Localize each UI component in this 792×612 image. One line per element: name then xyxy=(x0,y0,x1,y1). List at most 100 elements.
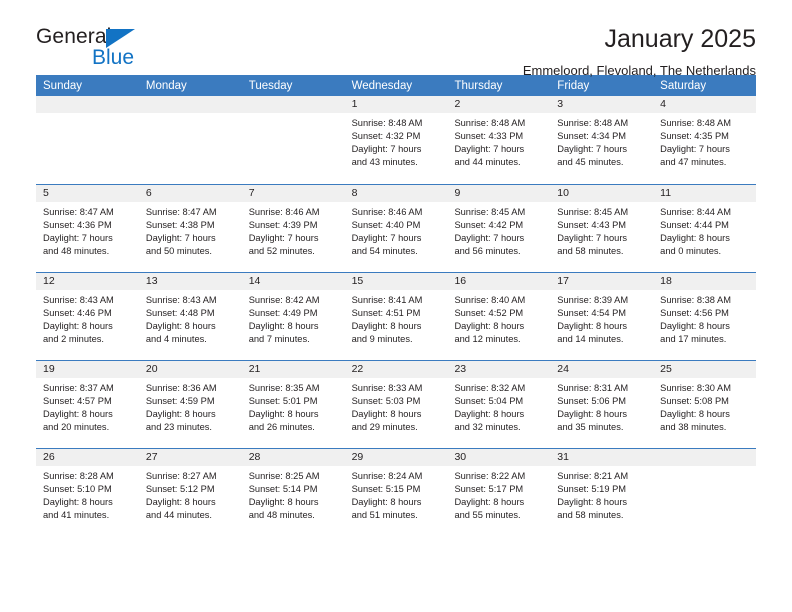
daylight-text-line2: and 38 minutes. xyxy=(660,422,727,433)
calendar-day-cell[interactable]: 30 Sunrise: 8:22 AM Sunset: 5:17 PM Dayligh… xyxy=(447,449,551,536)
day-number: 6 xyxy=(138,185,242,202)
weekday-header-friday: Friday xyxy=(557,80,590,92)
daylight-text-line2: and 7 minutes. xyxy=(248,334,310,345)
calendar-day-cell[interactable]: 25 Sunrise: 8:30 AM Sunset: 5:08 PM Dayligh… xyxy=(653,361,757,448)
daylight-text-line2: and 54 minutes. xyxy=(351,246,418,257)
calendar-day-cell[interactable]: 2 Sunrise: 8:48 AM Sunset: 4:33 PM Daylight… xyxy=(447,96,551,184)
daylight-text-line2: and 58 minutes. xyxy=(557,510,624,521)
daylight-text-line1: Daylight: 7 hours xyxy=(248,233,319,244)
calendar-day-cell[interactable]: 24 Sunrise: 8:31 AM Sunset: 5:06 PM Dayligh… xyxy=(550,361,654,448)
day-number: 15 xyxy=(344,273,448,290)
calendar-day-cell[interactable]: 8 Sunrise: 8:46 AM Sunset: 4:40 PM Daylight… xyxy=(344,185,448,272)
daylight-text-line1: Daylight: 8 hours xyxy=(43,409,113,420)
daylight-text-line1: Daylight: 8 hours xyxy=(557,409,628,420)
day-number: 24 xyxy=(550,361,654,378)
sunset-text: Sunset: 4:43 PM xyxy=(557,220,627,231)
day-sun-info: Sunrise: 8:48 AM Sunset: 4:33 PM Daylight:… xyxy=(447,113,550,169)
sunset-text: Sunset: 5:12 PM xyxy=(145,484,215,495)
general-blue-logo[interactable]: General Blue xyxy=(36,26,186,74)
calendar-day-cell[interactable]: 4 Sunrise: 8:48 AM Sunset: 4:35 PM Daylight… xyxy=(653,96,757,184)
sunrise-text: Sunrise: 8:37 AM xyxy=(43,383,114,393)
calendar-day-cell[interactable]: 17 Sunrise: 8:39 AM Sunset: 4:54 PM Dayligh… xyxy=(550,273,654,360)
day-sun-info: Sunrise: 8:43 AM Sunset: 4:48 PM Daylight:… xyxy=(139,290,242,346)
day-sun-info: Sunrise: 8:46 AM Sunset: 4:40 PM Daylight:… xyxy=(345,202,448,258)
day-number: 31 xyxy=(550,449,654,466)
calendar-day-cell[interactable]: 6 Sunrise: 8:47 AM Sunset: 4:38 PM Daylight… xyxy=(138,185,242,272)
day-sun-info: Sunrise: 8:41 AM Sunset: 4:51 PM Daylight:… xyxy=(345,290,448,346)
calendar-day-cell[interactable]: 21 Sunrise: 8:35 AM Sunset: 5:01 PM Dayligh… xyxy=(241,361,345,448)
calendar-day-cell[interactable]: 1 Sunrise: 8:48 AM Sunset: 4:32 PM Daylight… xyxy=(344,96,448,184)
sunrise-text: Sunrise: 8:41 AM xyxy=(351,295,423,305)
calendar-day-cell[interactable]: 22 Sunrise: 8:33 AM Sunset: 5:03 PM Dayligh… xyxy=(344,361,448,448)
day-sun-info: Sunrise: 8:48 AM Sunset: 4:32 PM Daylight:… xyxy=(345,113,448,169)
calendar-day-cell[interactable]: 3 Sunrise: 8:48 AM Sunset: 4:34 PM Daylight… xyxy=(550,96,654,184)
calendar-day-cell[interactable]: 31 Sunrise: 8:21 AM Sunset: 5:19 PM Dayligh… xyxy=(550,449,654,536)
day-sun-info: Sunrise: 8:28 AM Sunset: 5:10 PM Daylight:… xyxy=(36,466,139,522)
sunrise-text: Sunrise: 8:33 AM xyxy=(351,383,423,393)
calendar-day-cell[interactable]: 11 Sunrise: 8:44 AM Sunset: 4:44 PM Dayligh… xyxy=(653,185,757,272)
sunset-text: Sunset: 4:42 PM xyxy=(454,220,524,231)
sunrise-text: Sunrise: 8:31 AM xyxy=(557,383,629,393)
calendar-day-cell[interactable]: 15 Sunrise: 8:41 AM Sunset: 4:51 PM Dayligh… xyxy=(344,273,448,360)
sunset-text: Sunset: 5:14 PM xyxy=(248,484,318,495)
calendar-day-cell[interactable]: 19 Sunrise: 8:37 AM Sunset: 4:57 PM Dayligh… xyxy=(36,361,139,448)
daylight-text-line1: Daylight: 7 hours xyxy=(557,144,628,155)
day-number xyxy=(138,96,242,113)
sunset-text: Sunset: 4:44 PM xyxy=(660,220,729,231)
daylight-text-line2: and 23 minutes. xyxy=(145,422,213,433)
page-header: General Blue January 2025 Emmeloord, Fle… xyxy=(36,0,756,77)
calendar-day-cell[interactable]: 29 Sunrise: 8:24 AM Sunset: 5:15 PM Dayligh… xyxy=(344,449,448,536)
calendar-day-cell[interactable]: 18 Sunrise: 8:38 AM Sunset: 4:56 PM Dayligh… xyxy=(653,273,757,360)
day-number: 7 xyxy=(241,185,345,202)
daylight-text-line2: and 48 minutes. xyxy=(43,246,110,257)
calendar-day-cell[interactable]: 20 Sunrise: 8:36 AM Sunset: 4:59 PM Dayligh… xyxy=(138,361,242,448)
sunset-text: Sunset: 5:08 PM xyxy=(660,396,729,407)
calendar-day-cell[interactable]: 28 Sunrise: 8:25 AM Sunset: 5:14 PM Dayligh… xyxy=(241,449,345,536)
day-number xyxy=(653,449,757,466)
calendar-day-cell[interactable]: 23 Sunrise: 8:32 AM Sunset: 5:04 PM Dayligh… xyxy=(447,361,551,448)
calendar-day-cell[interactable]: 13 Sunrise: 8:43 AM Sunset: 4:48 PM Dayligh… xyxy=(138,273,242,360)
day-number xyxy=(36,96,139,113)
calendar-day-cell[interactable]: 27 Sunrise: 8:27 AM Sunset: 5:12 PM Dayligh… xyxy=(138,449,242,536)
calendar-day-cell[interactable]: 7 Sunrise: 8:46 AM Sunset: 4:39 PM Daylight… xyxy=(241,185,345,272)
daylight-text-line2: and 32 minutes. xyxy=(454,422,521,433)
sunrise-text: Sunrise: 8:48 AM xyxy=(660,118,731,128)
weekday-header-row: Sunday Monday Tuesday Wednesday Thursday… xyxy=(36,75,756,96)
sunset-text: Sunset: 5:15 PM xyxy=(351,484,421,495)
sunrise-text: Sunrise: 8:38 AM xyxy=(660,295,731,305)
daylight-text-line1: Daylight: 7 hours xyxy=(351,144,422,155)
daylight-text-line1: Daylight: 8 hours xyxy=(248,409,319,420)
calendar-day-cell[interactable]: 14 Sunrise: 8:42 AM Sunset: 4:49 PM Dayligh… xyxy=(241,273,345,360)
calendar-weeks: 1 Sunrise: 8:48 AM Sunset: 4:32 PM Daylight… xyxy=(36,96,757,536)
calendar-week-row: 19 Sunrise: 8:37 AM Sunset: 4:57 PM Dayligh… xyxy=(36,360,757,448)
calendar-day-cell[interactable]: 9 Sunrise: 8:45 AM Sunset: 4:42 PM Daylight… xyxy=(447,185,551,272)
day-sun-info: Sunrise: 8:27 AM Sunset: 5:12 PM Daylight:… xyxy=(139,466,242,522)
day-number: 9 xyxy=(447,185,551,202)
sunrise-text: Sunrise: 8:22 AM xyxy=(454,471,526,481)
daylight-text-line2: and 17 minutes. xyxy=(660,334,727,345)
sunset-text: Sunset: 4:52 PM xyxy=(454,308,524,319)
daylight-text-line2: and 14 minutes. xyxy=(557,334,624,345)
day-number: 13 xyxy=(138,273,242,290)
daylight-text-line1: Daylight: 7 hours xyxy=(454,233,525,244)
daylight-text-line2: and 50 minutes. xyxy=(145,246,213,257)
calendar-day-cell-empty xyxy=(241,96,345,184)
sunset-text: Sunset: 4:54 PM xyxy=(557,308,627,319)
sunset-text: Sunset: 4:59 PM xyxy=(145,396,215,407)
day-number: 4 xyxy=(653,96,757,113)
sunrise-text: Sunrise: 8:32 AM xyxy=(454,383,526,393)
calendar-day-cell[interactable]: 10 Sunrise: 8:45 AM Sunset: 4:43 PM Dayligh… xyxy=(550,185,654,272)
daylight-text-line1: Daylight: 7 hours xyxy=(454,144,525,155)
calendar-day-cell[interactable]: 26 Sunrise: 8:28 AM Sunset: 5:10 PM Dayligh… xyxy=(36,449,139,536)
day-sun-info: Sunrise: 8:37 AM Sunset: 4:57 PM Daylight:… xyxy=(36,378,139,434)
sunset-text: Sunset: 5:01 PM xyxy=(248,396,318,407)
sunset-text: Sunset: 4:40 PM xyxy=(351,220,421,231)
calendar-day-cell[interactable]: 16 Sunrise: 8:40 AM Sunset: 4:52 PM Dayligh… xyxy=(447,273,551,360)
sunset-text: Sunset: 4:35 PM xyxy=(660,131,729,142)
sunset-text: Sunset: 5:06 PM xyxy=(557,396,627,407)
calendar-day-cell-empty xyxy=(653,449,757,536)
calendar-day-cell[interactable]: 12 Sunrise: 8:43 AM Sunset: 4:46 PM Dayligh… xyxy=(36,273,139,360)
calendar-day-cell[interactable]: 5 Sunrise: 8:47 AM Sunset: 4:36 PM Daylight… xyxy=(36,185,139,272)
daylight-text-line1: Daylight: 8 hours xyxy=(145,321,216,332)
daylight-text-line1: Daylight: 8 hours xyxy=(454,321,525,332)
